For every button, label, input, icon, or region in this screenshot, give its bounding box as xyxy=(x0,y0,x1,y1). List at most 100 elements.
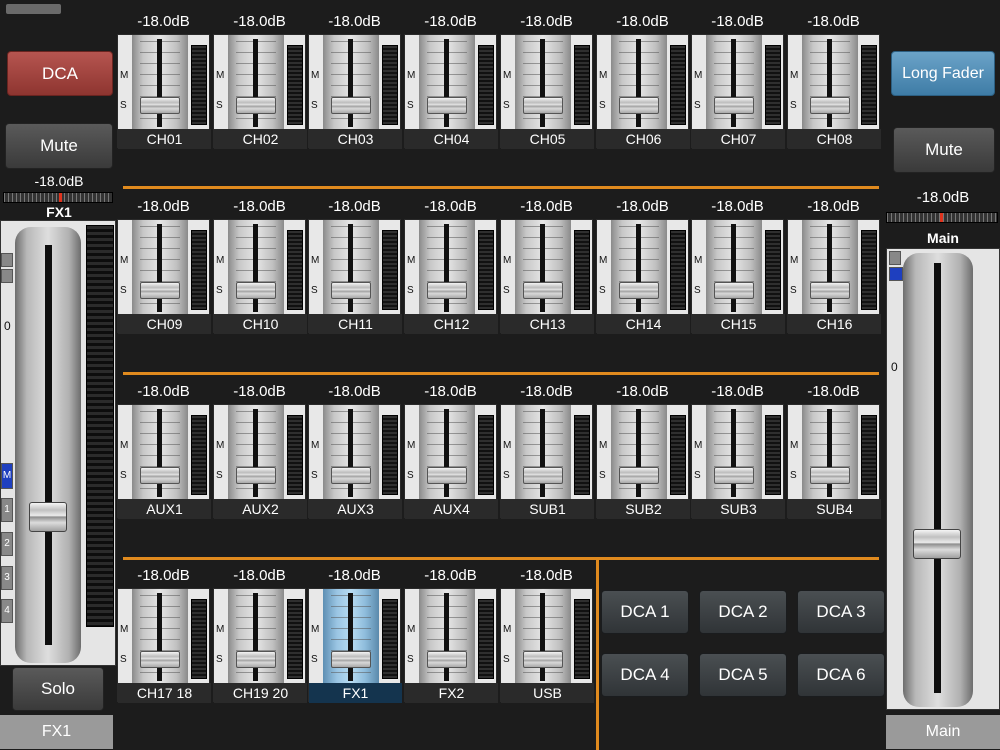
channel-solo-toggle[interactable]: S xyxy=(694,100,701,111)
right-side-tab-active[interactable] xyxy=(889,267,903,281)
channel-solo-toggle[interactable]: S xyxy=(599,285,606,296)
channel-mute-toggle[interactable]: M xyxy=(216,440,224,451)
channel-fader-knob[interactable] xyxy=(523,651,563,668)
left-side-tab-4[interactable]: 4 xyxy=(1,599,13,623)
dca-4-button[interactable]: DCA 4 xyxy=(601,653,689,697)
channel-mute-toggle[interactable]: M xyxy=(216,70,224,81)
left-long-fader-track[interactable] xyxy=(15,227,81,663)
channel-mute-toggle[interactable]: M xyxy=(407,255,415,266)
channel-mute-toggle[interactable]: M xyxy=(407,440,415,451)
channel-name-button[interactable]: SUB2 xyxy=(597,499,690,519)
channel-solo-toggle[interactable]: S xyxy=(407,285,414,296)
left-mute-button[interactable]: Mute xyxy=(5,123,113,169)
channel-name-button[interactable]: CH13 xyxy=(501,314,594,334)
channel-mute-toggle[interactable]: M xyxy=(790,440,798,451)
dca-3-button[interactable]: DCA 3 xyxy=(797,590,885,634)
channel-name-button[interactable]: CH14 xyxy=(597,314,690,334)
channel-name-button[interactable]: CH05 xyxy=(501,129,594,149)
channel-solo-toggle[interactable]: S xyxy=(120,470,127,481)
left-gain-ruler[interactable] xyxy=(3,192,113,203)
channel-fader-knob[interactable] xyxy=(236,282,276,299)
channel-solo-toggle[interactable]: S xyxy=(407,654,414,665)
channel-fader-knob[interactable] xyxy=(714,97,754,114)
channel-solo-toggle[interactable]: S xyxy=(216,470,223,481)
channel-name-button[interactable]: SUB1 xyxy=(501,499,594,519)
channel-mute-toggle[interactable]: M xyxy=(120,255,128,266)
channel-mute-toggle[interactable]: M xyxy=(599,70,607,81)
left-long-fader-knob[interactable] xyxy=(29,502,67,532)
channel-solo-toggle[interactable]: S xyxy=(694,285,701,296)
channel-name-button[interactable]: CH07 xyxy=(692,129,785,149)
left-side-tab-m[interactable]: M xyxy=(1,463,13,489)
channel-name-button[interactable]: AUX1 xyxy=(118,499,211,519)
right-long-fader-knob[interactable] xyxy=(913,529,961,559)
channel-fader-knob[interactable] xyxy=(619,467,659,484)
channel-name-button[interactable]: CH01 xyxy=(118,129,211,149)
channel-solo-toggle[interactable]: S xyxy=(120,654,127,665)
channel-mute-toggle[interactable]: M xyxy=(694,255,702,266)
channel-name-button[interactable]: CH17 18 xyxy=(118,683,211,703)
channel-solo-toggle[interactable]: S xyxy=(503,285,510,296)
channel-mute-toggle[interactable]: M xyxy=(311,255,319,266)
left-side-tab-blank-1[interactable] xyxy=(1,253,13,267)
channel-solo-toggle[interactable]: S xyxy=(311,654,318,665)
channel-mute-toggle[interactable]: M xyxy=(503,624,511,635)
channel-fader-knob[interactable] xyxy=(236,97,276,114)
dca-5-button[interactable]: DCA 5 xyxy=(699,653,787,697)
channel-name-button[interactable]: SUB4 xyxy=(788,499,881,519)
channel-fader-knob[interactable] xyxy=(523,282,563,299)
channel-mute-toggle[interactable]: M xyxy=(503,255,511,266)
channel-solo-toggle[interactable]: S xyxy=(120,100,127,111)
channel-solo-toggle[interactable]: S xyxy=(216,654,223,665)
channel-mute-toggle[interactable]: M xyxy=(599,440,607,451)
channel-mute-toggle[interactable]: M xyxy=(503,70,511,81)
channel-mute-toggle[interactable]: M xyxy=(311,440,319,451)
channel-solo-toggle[interactable]: S xyxy=(599,100,606,111)
channel-fader-knob[interactable] xyxy=(331,282,371,299)
channel-mute-toggle[interactable]: M xyxy=(311,70,319,81)
channel-fader-knob[interactable] xyxy=(236,651,276,668)
channel-solo-toggle[interactable]: S xyxy=(790,470,797,481)
channel-fader-knob[interactable] xyxy=(810,97,850,114)
channel-mute-toggle[interactable]: M xyxy=(120,70,128,81)
channel-name-button[interactable]: CH11 xyxy=(309,314,402,334)
channel-mute-toggle[interactable]: M xyxy=(407,70,415,81)
channel-name-button[interactable]: CH03 xyxy=(309,129,402,149)
right-gain-ruler[interactable] xyxy=(886,212,998,223)
dca-1-button[interactable]: DCA 1 xyxy=(601,590,689,634)
dca-button[interactable]: DCA xyxy=(7,51,113,96)
channel-mute-toggle[interactable]: M xyxy=(120,624,128,635)
solo-button[interactable]: Solo xyxy=(12,667,104,711)
channel-fader-knob[interactable] xyxy=(619,97,659,114)
channel-fader-knob[interactable] xyxy=(427,97,467,114)
channel-mute-toggle[interactable]: M xyxy=(694,440,702,451)
channel-solo-toggle[interactable]: S xyxy=(503,470,510,481)
channel-fader-knob[interactable] xyxy=(810,467,850,484)
channel-name-button[interactable]: AUX2 xyxy=(214,499,307,519)
channel-solo-toggle[interactable]: S xyxy=(311,100,318,111)
channel-name-button[interactable]: SUB3 xyxy=(692,499,785,519)
channel-name-button[interactable]: CH08 xyxy=(788,129,881,149)
channel-fader-knob[interactable] xyxy=(331,467,371,484)
channel-name-button[interactable]: CH04 xyxy=(405,129,498,149)
channel-name-button[interactable]: CH06 xyxy=(597,129,690,149)
channel-fader-knob[interactable] xyxy=(427,467,467,484)
channel-name-button[interactable]: FX1 xyxy=(309,683,402,703)
channel-solo-toggle[interactable]: S xyxy=(503,654,510,665)
channel-name-button[interactable]: CH12 xyxy=(405,314,498,334)
channel-solo-toggle[interactable]: S xyxy=(790,100,797,111)
channel-solo-toggle[interactable]: S xyxy=(694,470,701,481)
channel-name-button[interactable]: CH02 xyxy=(214,129,307,149)
channel-mute-toggle[interactable]: M xyxy=(216,624,224,635)
channel-fader-knob[interactable] xyxy=(427,282,467,299)
long-fader-button[interactable]: Long Fader xyxy=(891,51,995,96)
channel-mute-toggle[interactable]: M xyxy=(311,624,319,635)
channel-solo-toggle[interactable]: S xyxy=(311,285,318,296)
channel-fader-knob[interactable] xyxy=(140,97,180,114)
channel-solo-toggle[interactable]: S xyxy=(407,470,414,481)
channel-solo-toggle[interactable]: S xyxy=(216,285,223,296)
channel-name-button[interactable]: CH15 xyxy=(692,314,785,334)
channel-fader-knob[interactable] xyxy=(714,467,754,484)
channel-fader-knob[interactable] xyxy=(427,651,467,668)
channel-mute-toggle[interactable]: M xyxy=(120,440,128,451)
